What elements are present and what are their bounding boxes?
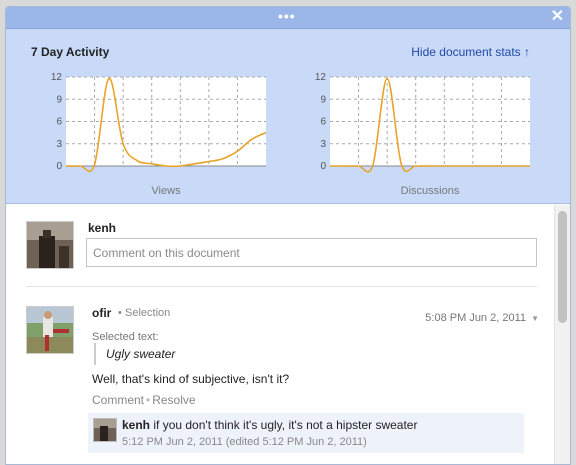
chart-y-tick-label: 6 — [56, 117, 62, 128]
chart-y-tick-label: 0 — [320, 161, 326, 172]
document-stats-section: 7 Day Activity Hide document stats ↑ 12 9… — [6, 29, 570, 204]
reply-item: kenh if you don't think it's ugly, it's … — [88, 413, 524, 453]
reply-timestamp: 5:12 PM Jun 2, 2011 (edited 5:12 PM Jun … — [122, 436, 367, 448]
chart-x-axis-label: Discussions — [401, 185, 460, 197]
divider — [26, 286, 537, 287]
reply-author: kenh — [122, 418, 151, 432]
avatar — [26, 221, 74, 269]
close-icon[interactable]: ✕ — [551, 9, 564, 25]
comment-reply-button[interactable]: Comment — [92, 393, 144, 407]
avatar-image — [27, 222, 73, 268]
reply-text: if you don't think it's ugly, it's not a… — [153, 418, 418, 432]
chart-y-tick-label: 6 — [320, 117, 326, 128]
chart-x-axis-label: Views — [151, 185, 181, 197]
hide-document-stats-link[interactable]: Hide document stats ↑ — [411, 45, 530, 59]
comment-actions: Comment • Resolve — [92, 393, 196, 407]
chart-y-tick-label: 12 — [51, 72, 63, 83]
comment-input[interactable] — [86, 238, 537, 267]
action-separator: • — [146, 393, 151, 407]
avatar — [26, 306, 74, 354]
reply-text-line: kenh if you don't think it's ugly, it's … — [122, 418, 417, 432]
chart-y-tick-label: 3 — [320, 139, 326, 150]
chart-y-tick-label: 12 — [315, 72, 327, 83]
comment-menu-dropdown-icon[interactable]: ▼ — [531, 314, 539, 323]
drag-handle-icon[interactable]: ••• — [278, 9, 296, 23]
meta-separator: • — [118, 307, 122, 319]
comment-author: ofir — [92, 306, 112, 320]
resolve-button[interactable]: Resolve — [152, 393, 195, 407]
avatar — [93, 418, 117, 442]
discussions-chart: 12 9 6 3 0 Discussions — [286, 71, 536, 201]
avatar-image — [27, 307, 73, 353]
chart-y-tick-label: 0 — [56, 161, 62, 172]
avatar-image — [94, 419, 116, 441]
comment-body: Well, that's kind of subjective, isn't i… — [92, 372, 290, 386]
stats-title: 7 Day Activity — [31, 45, 110, 59]
views-chart-svg: 12 9 6 3 0 Views — [51, 72, 267, 197]
current-user-name: kenh — [88, 221, 117, 235]
chart-y-tick-label: 9 — [56, 94, 62, 105]
chart-y-tick-label: 3 — [56, 139, 62, 150]
discussions-chart-svg: 12 9 6 3 0 Discussions — [315, 72, 530, 197]
scrollbar-thumb[interactable] — [558, 211, 567, 323]
selected-text-label: Selected text: — [92, 331, 159, 343]
views-chart: 12 9 6 3 0 Views — [22, 71, 272, 201]
comment-timestamp: 5:08 PM Jun 2, 2011 — [425, 312, 526, 324]
comment-type-label: Selection — [125, 307, 171, 319]
chart-y-tick-label: 9 — [320, 94, 326, 105]
panel-titlebar[interactable]: ••• ✕ — [6, 7, 570, 29]
document-activity-panel: ••• ✕ 7 Day Activity Hide document stats… — [5, 6, 571, 465]
scrollbar[interactable] — [554, 205, 570, 464]
selected-text-quote: Ugly sweater — [94, 343, 175, 365]
comments-area: kenh ofir • Selection 5:08 PM Jun 2, 201… — [6, 205, 554, 464]
